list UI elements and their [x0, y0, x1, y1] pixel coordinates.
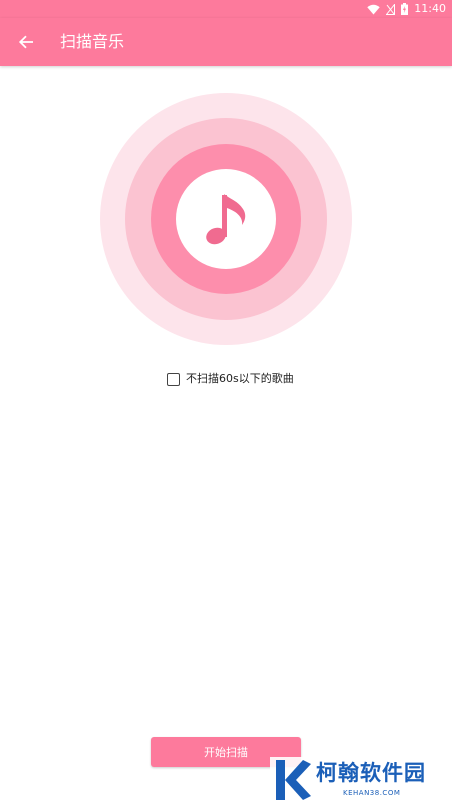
status-bar: 11:40 — [0, 0, 452, 18]
back-button[interactable] — [14, 30, 38, 54]
page-title: 扫描音乐 — [60, 32, 125, 51]
status-time: 11:40 — [414, 2, 446, 15]
skip-short-checkbox[interactable] — [167, 372, 180, 386]
signal-off-icon — [386, 3, 396, 15]
scan-illustration — [100, 93, 352, 345]
watermark-logo-icon — [276, 760, 311, 800]
battery-icon — [401, 3, 409, 15]
app-bar: 扫描音乐 — [0, 18, 452, 66]
music-note-icon — [206, 194, 246, 245]
arrow-left-icon — [18, 35, 33, 49]
status-icons: 11:40 — [367, 2, 446, 16]
watermark-url: KEHAN38.COM — [343, 789, 401, 797]
skip-short-label: 不扫描60s以下的歌曲 — [186, 372, 294, 385]
wifi-icon — [367, 4, 380, 14]
watermark: 柯翰软件园 KEHAN38.COM — [270, 757, 452, 803]
skip-short-songs-option[interactable]: 不扫描60s以下的歌曲 — [167, 371, 294, 387]
watermark-name: 柯翰软件园 — [316, 761, 426, 785]
